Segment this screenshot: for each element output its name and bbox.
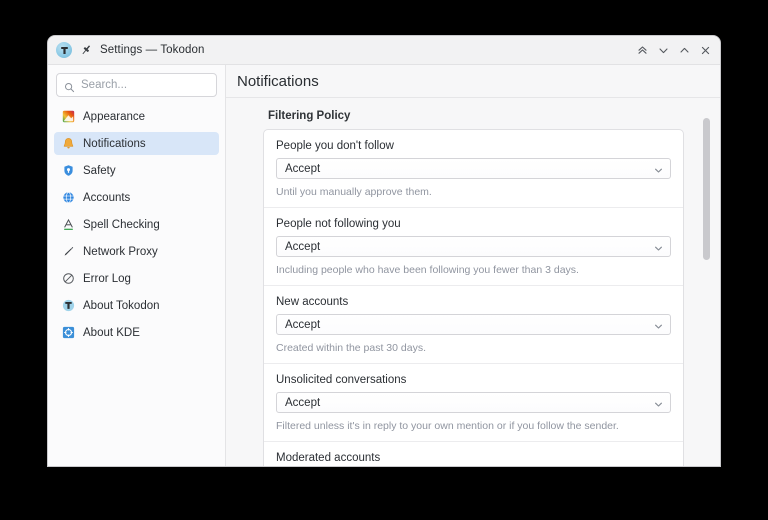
filtering-policy-card: People you don't follow Accept Until you… [263, 129, 684, 466]
sidebar-item-about-kde[interactable]: About KDE [54, 321, 219, 344]
field-unsolicited-conversations: Unsolicited conversations Accept Filtere… [264, 364, 683, 442]
chevron-down-icon [653, 163, 664, 174]
combobox-people-not-following-you[interactable]: Accept [276, 236, 671, 257]
sidebar-item-label: About Tokodon [83, 299, 160, 312]
shield-icon [61, 164, 75, 178]
sidebar-item-label: Notifications [83, 137, 146, 150]
sidebar-item-appearance[interactable]: Appearance [54, 105, 219, 128]
accounts-globe-icon [61, 191, 75, 205]
combobox-value: Accept [285, 396, 321, 409]
combobox-value: Accept [285, 162, 321, 175]
field-label: Moderated accounts [276, 452, 381, 464]
page-title: Notifications [237, 72, 319, 90]
search-container [48, 73, 225, 105]
minimize-button[interactable] [653, 40, 674, 61]
window-titlebar: Settings — Tokodon [48, 36, 720, 65]
network-proxy-pen-icon [61, 245, 75, 259]
sidebar-item-error-log[interactable]: Error Log [54, 267, 219, 290]
field-label: New accounts [276, 296, 349, 308]
search-icon [64, 80, 75, 92]
scrollbar-thumb[interactable] [703, 118, 710, 260]
close-button[interactable] [695, 40, 716, 61]
sidebar-item-label: Network Proxy [83, 245, 158, 258]
sidebar: Appearance Notifications [48, 65, 226, 466]
chevron-down-icon [653, 319, 664, 330]
sidebar-item-label: Safety [83, 164, 116, 177]
field-description: Created within the past 30 days. [276, 342, 427, 354]
pin-icon[interactable] [79, 43, 93, 57]
sidebar-item-label: Spell Checking [83, 218, 160, 231]
field-label: Unsolicited conversations [276, 374, 407, 386]
window-body: Appearance Notifications [48, 65, 720, 466]
field-people-you-dont-follow: People you don't follow Accept Until you… [264, 130, 683, 208]
field-description: Including people who have been following… [276, 264, 579, 276]
sidebar-item-label: Error Log [83, 272, 131, 285]
spellcheck-icon [61, 218, 75, 232]
search-box[interactable] [56, 73, 217, 97]
no-entry-icon [61, 272, 75, 286]
sidebar-item-about-tokodon[interactable]: About Tokodon [54, 294, 219, 317]
combobox-value: Accept [285, 240, 321, 253]
window-title: Settings — Tokodon [100, 44, 205, 56]
chevron-down-icon [653, 397, 664, 408]
sidebar-item-notifications[interactable]: Notifications [54, 132, 219, 155]
field-people-not-following-you: People not following you Accept Includin… [264, 208, 683, 286]
combobox-new-accounts[interactable]: Accept [276, 314, 671, 335]
field-moderated-accounts: Moderated accounts Accept [264, 442, 683, 466]
field-label: People not following you [276, 218, 401, 230]
combobox-unsolicited-conversations[interactable]: Accept [276, 392, 671, 413]
sidebar-item-spell-checking[interactable]: Spell Checking [54, 213, 219, 236]
sidebar-nav: Appearance Notifications Safety Accounts… [48, 105, 225, 344]
maximize-button[interactable] [674, 40, 695, 61]
sidebar-item-label: About KDE [83, 326, 140, 339]
tokodon-logo-icon [61, 299, 75, 313]
section-title: Filtering Policy [268, 110, 351, 122]
field-description: Filtered unless it's in reply to your ow… [276, 420, 619, 432]
combobox-people-you-dont-follow[interactable]: Accept [276, 158, 671, 179]
settings-window: Settings — Tokodon Search... Appearance … [48, 36, 720, 466]
sidebar-item-safety[interactable]: Safety [54, 159, 219, 182]
chevron-down-icon [653, 241, 664, 252]
search-input[interactable] [81, 79, 209, 91]
sidebar-item-network-proxy[interactable]: Network Proxy [54, 240, 219, 263]
field-new-accounts: New accounts Accept Created within the p… [264, 286, 683, 364]
kde-gear-icon [61, 326, 75, 340]
appearance-palette-icon [61, 110, 75, 124]
sidebar-item-label: Appearance [83, 110, 146, 123]
sidebar-item-accounts[interactable]: Accounts [54, 186, 219, 209]
combobox-value: Accept [285, 318, 321, 331]
tokodon-logo-icon [56, 42, 72, 58]
page-header: Notifications [226, 65, 720, 98]
bell-icon [61, 137, 75, 151]
field-description: Until you manually approve them. [276, 186, 432, 198]
keep-above-button[interactable] [632, 40, 653, 61]
content-area: Notifications Filtering Policy People yo… [226, 65, 720, 466]
window-controls [632, 36, 716, 64]
settings-scroll-area[interactable]: Filtering Policy People you don't follow… [226, 98, 720, 466]
vertical-scrollbar[interactable] [703, 110, 710, 466]
sidebar-item-label: Accounts [83, 191, 131, 204]
field-label: People you don't follow [276, 140, 394, 152]
